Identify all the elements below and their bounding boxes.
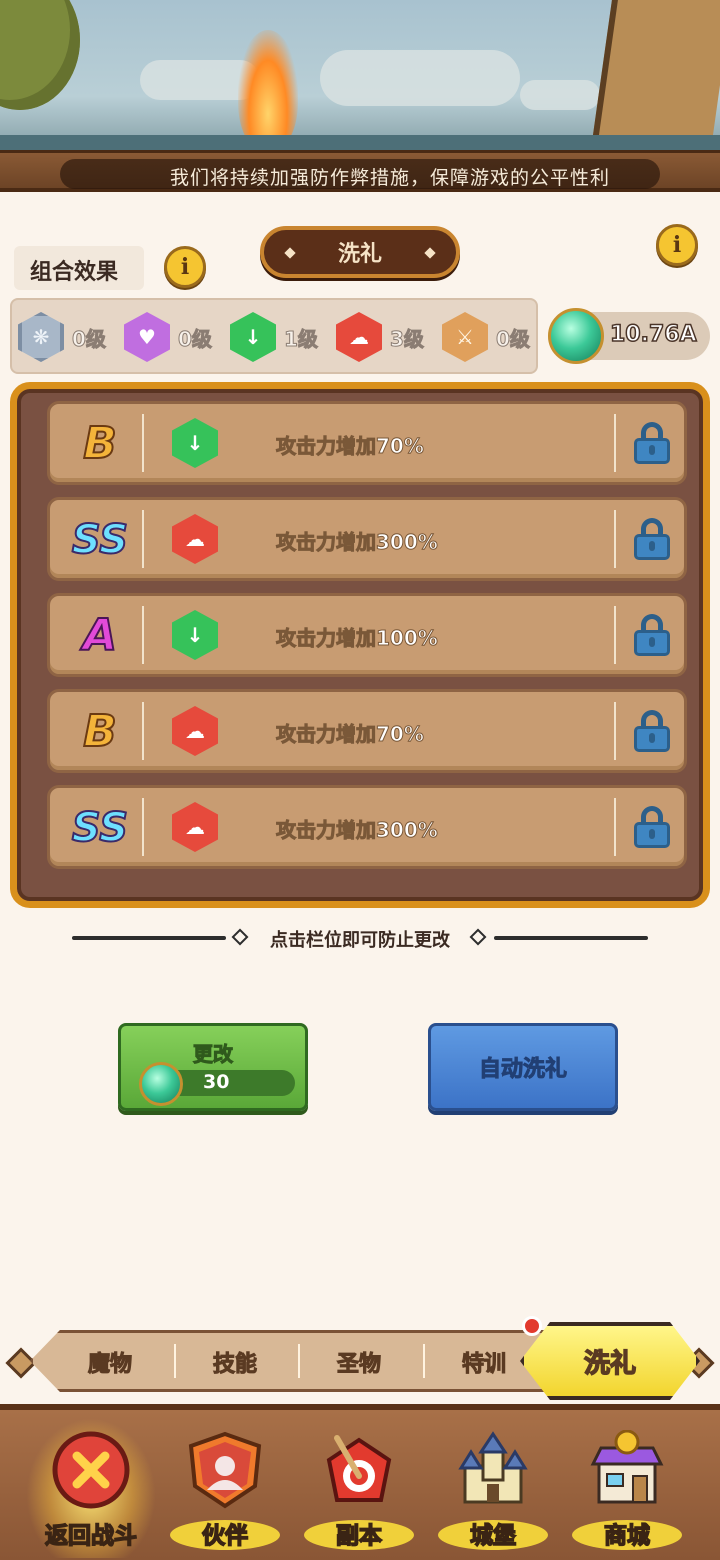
baptism-row-2[interactable]: SS ☁ 攻击力增加300%	[47, 497, 687, 581]
shop-icon	[590, 1430, 664, 1504]
lock-icon[interactable]	[634, 614, 670, 656]
target-arrow-icon	[326, 1435, 392, 1502]
notification-dot-icon	[522, 1316, 542, 1336]
baptism-row-1[interactable]: B ↓ 攻击力增加70%	[47, 401, 687, 485]
tab-skill[interactable]: 技能	[185, 1346, 285, 1378]
gem-currency: 10.76A	[548, 308, 710, 364]
lock-hint: 点击栏位即可防止更改	[72, 926, 648, 951]
baptism-panel: B ↓ 攻击力增加70% SS ☁ 攻击力增加300% A ↓ 攻击力增加100…	[10, 382, 710, 908]
nav-label: 商城	[603, 1522, 651, 1550]
nav-label: 伙伴	[201, 1522, 249, 1550]
grade-badge: SS	[71, 804, 129, 852]
change-button[interactable]: 更改 30	[118, 1023, 308, 1111]
element-level-heart: ♥ 0级	[124, 312, 212, 362]
effect-text: 攻击力增加70%	[276, 434, 425, 459]
tab-baptism-label: 洗礼	[337, 242, 382, 267]
fist-icon: ☁	[172, 514, 218, 564]
green-gem-icon	[548, 308, 604, 364]
sword-icon: ↓	[172, 610, 218, 660]
combo-info-icon[interactable]: i	[164, 246, 206, 288]
gem-value: 10.76A	[609, 321, 697, 348]
nav-partner[interactable]: 伙伴	[160, 1424, 290, 1560]
tab-monster[interactable]: 魔物	[60, 1346, 160, 1378]
lock-icon[interactable]	[634, 710, 670, 752]
bush-decoration	[0, 0, 80, 110]
close-x-icon	[52, 1431, 130, 1509]
combo-effect-title: 组合效果	[14, 246, 144, 290]
lock-icon[interactable]	[634, 518, 670, 560]
news-ticker: 我们将持续加强防作弊措施，保障游戏的公平性利	[0, 150, 720, 192]
effect-text: 攻击力增加70%	[276, 722, 425, 747]
lock-icon[interactable]	[634, 422, 670, 464]
partner-shield-icon	[188, 1431, 262, 1509]
baptism-row-5[interactable]: SS ☁ 攻击力增加300%	[47, 785, 687, 869]
news-text: 我们将持续加强防作弊措施，保障游戏的公平性利	[170, 167, 611, 189]
element-level-blade: ⚔ 0级	[442, 312, 530, 362]
tab-baptism-header: 洗礼	[260, 226, 460, 278]
grade-badge: B	[82, 705, 118, 758]
castle-icon	[458, 1431, 528, 1504]
nav-label: 副本	[335, 1522, 383, 1550]
effect-text: 攻击力增加300%	[276, 818, 439, 843]
sword-icon: ↓	[172, 418, 218, 468]
change-cost: 30	[203, 1071, 230, 1093]
grade-badge: B	[82, 417, 118, 470]
element-level-bar: ❋ 0级 ♥ 0级 ↓ 1级 ☁ 3级 ⚔ 0级	[10, 298, 538, 374]
grade-badge: A	[82, 609, 118, 662]
auto-baptism-button[interactable]: 自动洗礼	[428, 1023, 618, 1111]
fist-icon: ☁	[172, 802, 218, 852]
tab-relic[interactable]: 圣物	[309, 1346, 409, 1378]
bottom-nav: 返回战斗 伙伴 副本 城堡 商城	[0, 1404, 720, 1560]
nav-dungeon[interactable]: 副本	[294, 1424, 424, 1560]
heart-icon: ♥	[124, 312, 170, 362]
grade-badge: SS	[71, 516, 129, 564]
tab-training[interactable]: 特训	[434, 1346, 534, 1378]
fist-icon: ☁	[172, 706, 218, 756]
nav-return-battle[interactable]: 返回战斗	[26, 1418, 156, 1560]
change-label: 更改	[193, 1042, 234, 1067]
element-level-text: 3级	[390, 326, 425, 351]
fist-icon: ☁	[336, 312, 382, 362]
element-level-sword: ↓ 1级	[230, 312, 318, 362]
effect-text: 攻击力增加100%	[276, 626, 439, 651]
fire-effect	[238, 30, 298, 150]
element-level-wing: ❋ 0级	[18, 312, 106, 362]
element-level-text: 1级	[284, 326, 319, 351]
wing-icon: ❋	[18, 312, 64, 362]
lock-icon[interactable]	[634, 806, 670, 848]
nav-shop[interactable]: 商城	[562, 1424, 692, 1560]
sword-icon: ↓	[230, 312, 276, 362]
nav-castle[interactable]: 城堡	[428, 1424, 558, 1560]
nav-label: 城堡	[469, 1522, 517, 1550]
tab-baptism[interactable]: 洗礼	[520, 1322, 700, 1400]
effect-text: 攻击力增加300%	[276, 530, 439, 555]
element-level-text: 0级	[178, 326, 213, 351]
help-info-icon[interactable]: i	[656, 224, 698, 266]
element-level-text: 0级	[496, 326, 531, 351]
baptism-row-4[interactable]: B ☁ 攻击力增加70%	[47, 689, 687, 773]
blade-icon: ⚔	[442, 312, 488, 362]
element-level-fist: ☁ 3级	[336, 312, 424, 362]
baptism-row-3[interactable]: A ↓ 攻击力增加100%	[47, 593, 687, 677]
sub-tab-bar: 魔物 技能 圣物 特训 洗礼	[5, 1316, 715, 1400]
element-level-text: 0级	[72, 326, 107, 351]
green-gem-icon	[139, 1062, 183, 1106]
nav-label: 返回战斗	[44, 1522, 138, 1550]
battle-scene	[0, 0, 720, 175]
